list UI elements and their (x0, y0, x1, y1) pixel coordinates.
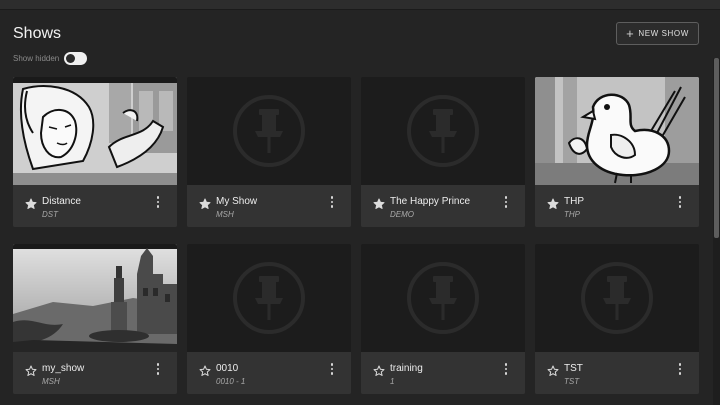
show-code: THP (564, 210, 580, 219)
show-code: MSH (42, 377, 60, 386)
more-options-icon[interactable] (153, 361, 163, 377)
more-options-icon[interactable] (327, 361, 337, 377)
new-show-label: NEW SHOW (638, 29, 689, 38)
star-filled-icon[interactable] (25, 197, 37, 209)
show-code: 0010 - 1 (216, 377, 246, 386)
show-thumbnail[interactable] (535, 244, 699, 352)
show-thumbnail[interactable] (361, 77, 525, 185)
star-outline-icon[interactable] (25, 364, 37, 376)
pin-icon (187, 244, 351, 352)
more-options-icon[interactable] (501, 194, 511, 210)
pin-icon (361, 244, 525, 352)
star-filled-icon[interactable] (547, 197, 559, 209)
more-options-icon[interactable] (501, 361, 511, 377)
show-thumbnail[interactable] (535, 77, 699, 185)
show-card[interactable]: 0010 0010 - 1 (187, 244, 351, 394)
show-info: Distance DST (13, 185, 177, 227)
show-card[interactable]: my_show MSH (13, 244, 177, 394)
show-thumbnail[interactable] (13, 244, 177, 352)
pin-icon (535, 244, 699, 352)
show-card[interactable]: The Happy Prince DEMO (361, 77, 525, 227)
show-hidden-label: Show hidden (13, 54, 60, 63)
show-thumbnail[interactable] (361, 244, 525, 352)
star-filled-icon[interactable] (199, 197, 211, 209)
more-options-icon[interactable] (153, 194, 163, 210)
star-outline-icon[interactable] (199, 364, 211, 376)
pin-icon (361, 77, 525, 185)
show-name[interactable]: THP (564, 196, 584, 207)
show-code: DST (42, 210, 58, 219)
show-name[interactable]: TST (564, 363, 583, 374)
show-info: THP THP (535, 185, 699, 227)
show-info: 0010 0010 - 1 (187, 352, 351, 394)
show-name[interactable]: training (390, 363, 423, 374)
more-options-icon[interactable] (327, 194, 337, 210)
show-info: TST TST (535, 352, 699, 394)
page-title: Shows (13, 25, 62, 42)
show-code: DEMO (390, 210, 414, 219)
thumbnail-image (13, 244, 177, 352)
show-code: 1 (390, 377, 395, 386)
show-name[interactable]: The Happy Prince (390, 196, 470, 207)
show-card[interactable]: TST TST (535, 244, 699, 394)
star-filled-icon[interactable] (373, 197, 385, 209)
star-outline-icon[interactable] (547, 364, 559, 376)
toggle-knob (66, 54, 75, 63)
show-thumbnail[interactable] (13, 77, 177, 185)
thumbnail-image (13, 77, 177, 185)
show-info: training 1 (361, 352, 525, 394)
thumbnail-image (535, 77, 699, 185)
show-code: TST (564, 377, 580, 386)
plus-icon: + (626, 26, 635, 41)
show-thumbnail[interactable] (187, 77, 351, 185)
show-card[interactable]: Distance DST (13, 77, 177, 227)
show-info: My Show MSH (187, 185, 351, 227)
show-info: The Happy Prince DEMO (361, 185, 525, 227)
more-options-icon[interactable] (675, 194, 685, 210)
show-code: MSH (216, 210, 234, 219)
show-card[interactable]: My Show MSH (187, 77, 351, 227)
show-info: my_show MSH (13, 352, 177, 394)
show-card[interactable]: training 1 (361, 244, 525, 394)
show-name[interactable]: My Show (216, 196, 257, 207)
show-name[interactable]: Distance (42, 196, 81, 207)
show-name[interactable]: my_show (42, 363, 84, 374)
top-bar (0, 0, 720, 10)
star-outline-icon[interactable] (373, 364, 385, 376)
show-thumbnail[interactable] (187, 244, 351, 352)
show-hidden-toggle[interactable] (64, 52, 87, 65)
show-card[interactable]: THP THP (535, 77, 699, 227)
pin-icon (187, 77, 351, 185)
more-options-icon[interactable] (675, 361, 685, 377)
new-show-button[interactable]: + NEW SHOW (616, 22, 699, 45)
scrollbar-thumb[interactable] (714, 58, 719, 238)
show-name[interactable]: 0010 (216, 363, 238, 374)
